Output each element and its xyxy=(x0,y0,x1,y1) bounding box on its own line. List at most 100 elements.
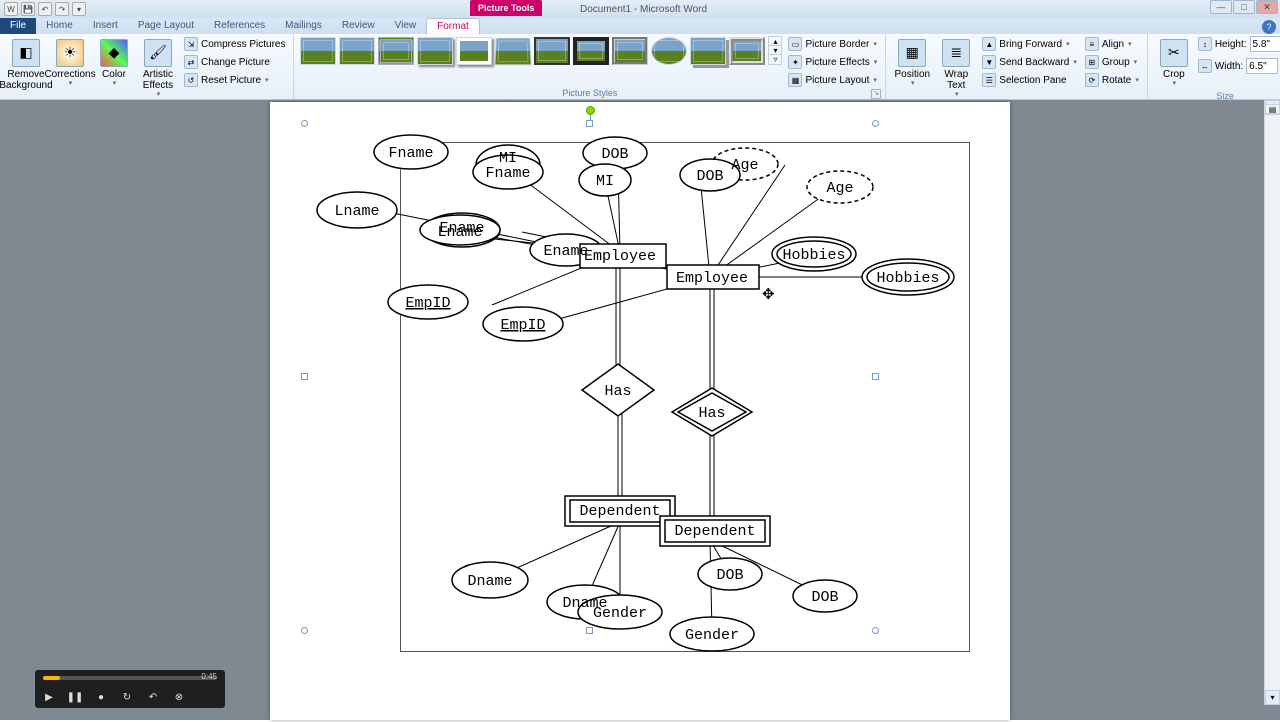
tab-home[interactable]: Home xyxy=(36,18,83,34)
gallery-scroll[interactable]: ▴▾▿ xyxy=(768,36,782,65)
group-button[interactable]: ⊞Group▾ xyxy=(1083,54,1141,70)
erd-age1: Age xyxy=(731,157,758,174)
erd-dob3: DOB xyxy=(716,567,743,584)
width-input[interactable] xyxy=(1246,58,1278,74)
context-tab-title: Picture Tools xyxy=(470,0,542,16)
rotate-button[interactable]: ⟳Rotate▾ xyxy=(1083,72,1141,88)
height-input[interactable] xyxy=(1250,36,1280,52)
minimize-button[interactable]: — xyxy=(1210,0,1232,14)
compress-icon: ⇲ xyxy=(184,37,198,51)
save-icon[interactable]: 💾 xyxy=(21,2,35,16)
picture-style-gallery[interactable]: ▴▾▿ xyxy=(300,36,782,65)
corrections-button[interactable]: ☀ Corrections▾ xyxy=(50,36,90,91)
video-pause-button[interactable]: ❚❚ xyxy=(67,689,83,705)
artistic-effects-button[interactable]: 🖌 Artistic Effects▾ xyxy=(138,36,178,102)
remove-bg-icon: ◧ xyxy=(12,39,40,67)
width-icon: ↔ xyxy=(1198,59,1212,73)
video-time: 0:45 xyxy=(201,672,217,681)
qat-more-icon[interactable]: ▾ xyxy=(72,2,86,16)
corrections-label: Corrections xyxy=(44,69,95,80)
close-button[interactable]: ✕ xyxy=(1256,0,1278,14)
help-button[interactable]: ? xyxy=(1262,20,1276,34)
erd-gender2: Gender xyxy=(685,627,739,644)
style-thumb-3[interactable] xyxy=(378,37,414,65)
style-thumb-11[interactable] xyxy=(690,37,726,65)
align-icon: ≡ xyxy=(1085,37,1099,51)
style-thumb-10[interactable] xyxy=(651,37,687,65)
align-button[interactable]: ≡Align▾ xyxy=(1083,36,1141,52)
tab-pagelayout[interactable]: Page Layout xyxy=(128,18,204,34)
erd-lname1: Lname xyxy=(334,203,379,220)
video-back-button[interactable]: ↶ xyxy=(145,689,161,705)
video-mic-button[interactable]: ● xyxy=(93,689,109,705)
compress-pictures-button[interactable]: ⇲Compress Pictures xyxy=(182,36,287,52)
erd-empid2: EmpID xyxy=(500,317,545,334)
layout-icon: ▦ xyxy=(788,73,802,87)
style-thumb-5[interactable] xyxy=(456,37,492,65)
style-thumb-12[interactable] xyxy=(729,37,765,65)
tab-review[interactable]: Review xyxy=(332,18,385,34)
wrap-label: Wrap Text xyxy=(939,69,973,91)
style-thumb-7[interactable] xyxy=(534,37,570,65)
styles-launcher[interactable]: ↘ xyxy=(871,89,881,99)
selection-pane-button[interactable]: ☰Selection Pane xyxy=(980,72,1079,88)
width-spinner[interactable]: ↔ Width: ▴▾ xyxy=(1198,58,1280,74)
tab-mailings[interactable]: Mailings xyxy=(275,18,332,34)
erd-has1: Has xyxy=(604,383,631,400)
video-play-button[interactable]: ▶ xyxy=(41,689,57,705)
position-icon: ▦ xyxy=(898,39,926,67)
vertical-scrollbar[interactable]: ▴ ▾ xyxy=(1264,100,1280,705)
word-icon: W xyxy=(4,2,18,16)
erd-hobbies2: Hobbies xyxy=(876,270,939,287)
artistic-icon: 🖌 xyxy=(144,39,172,67)
ribbon-tabs: File Home Insert Page Layout References … xyxy=(0,18,1280,34)
change-picture-button[interactable]: ⇄Change Picture xyxy=(182,54,287,70)
style-thumb-2[interactable] xyxy=(339,37,375,65)
color-label: Color xyxy=(102,69,126,80)
wrap-icon: ≣ xyxy=(942,39,970,67)
undo-icon[interactable]: ↶ xyxy=(38,2,52,16)
group-label-styles: Picture Styles↘ xyxy=(300,88,879,99)
tab-view[interactable]: View xyxy=(385,18,427,34)
reset-picture-button[interactable]: ↺Reset Picture▾ xyxy=(182,72,287,88)
tab-format[interactable]: Format xyxy=(426,18,480,34)
color-button[interactable]: ◆ Color▾ xyxy=(94,36,134,91)
picture-effects-button[interactable]: ✦Picture Effects▾ xyxy=(786,54,879,70)
redo-icon[interactable]: ↷ xyxy=(55,2,69,16)
artistic-label: Artistic Effects xyxy=(141,69,175,91)
erd-has2: Has xyxy=(698,405,725,422)
erd-gender1: Gender xyxy=(593,605,647,622)
erd-fname1: Fname xyxy=(388,145,433,162)
video-restart-button[interactable]: ↻ xyxy=(119,689,135,705)
wrap-text-button[interactable]: ≣ Wrap Text▾ xyxy=(936,36,976,102)
style-thumb-6[interactable] xyxy=(495,37,532,65)
crop-button[interactable]: ✂ Crop▾ xyxy=(1154,36,1194,91)
tab-file[interactable]: File xyxy=(0,18,36,34)
bring-forward-button[interactable]: ▲Bring Forward▾ xyxy=(980,36,1079,52)
erd-mi2: MI xyxy=(596,173,614,190)
position-button[interactable]: ▦ Position▾ xyxy=(892,36,932,91)
send-backward-button[interactable]: ▼Send Backward▾ xyxy=(980,54,1079,70)
scroll-down-button[interactable]: ▾ xyxy=(1265,690,1280,705)
style-thumb-9[interactable] xyxy=(612,37,648,65)
page[interactable]: Fname MI Fname DOB MI Age DOB Age Lname … xyxy=(270,102,1010,720)
group-picture-styles: ▴▾▿ ▭Picture Border▾ ✦Picture Effects▾ ▦… xyxy=(294,34,886,99)
erd-empid1: EmpID xyxy=(405,295,450,312)
tab-references[interactable]: References xyxy=(204,18,275,34)
style-thumb-8[interactable] xyxy=(573,37,609,65)
maximize-button[interactable]: □ xyxy=(1233,0,1255,14)
video-stop-button[interactable]: ⊗ xyxy=(171,689,187,705)
picture-layout-button[interactable]: ▦Picture Layout▾ xyxy=(786,72,879,88)
ruler-toggle[interactable]: ▤ xyxy=(1265,104,1280,114)
picture-border-button[interactable]: ▭Picture Border▾ xyxy=(786,36,879,52)
window-title: Document1 - Microsoft Word xyxy=(580,4,707,15)
style-thumb-1[interactable] xyxy=(300,37,336,65)
style-thumb-4[interactable] xyxy=(417,37,453,65)
erd-fname2: Fname xyxy=(485,165,530,182)
height-spinner[interactable]: ↕ Height: ▴▾ xyxy=(1198,36,1280,52)
erd-employee1: Employee xyxy=(584,248,656,265)
video-progress[interactable] xyxy=(43,676,217,680)
erd-dob2: DOB xyxy=(696,168,723,185)
remove-background-button[interactable]: ◧ Remove Background xyxy=(6,36,46,94)
tab-insert[interactable]: Insert xyxy=(83,18,128,34)
